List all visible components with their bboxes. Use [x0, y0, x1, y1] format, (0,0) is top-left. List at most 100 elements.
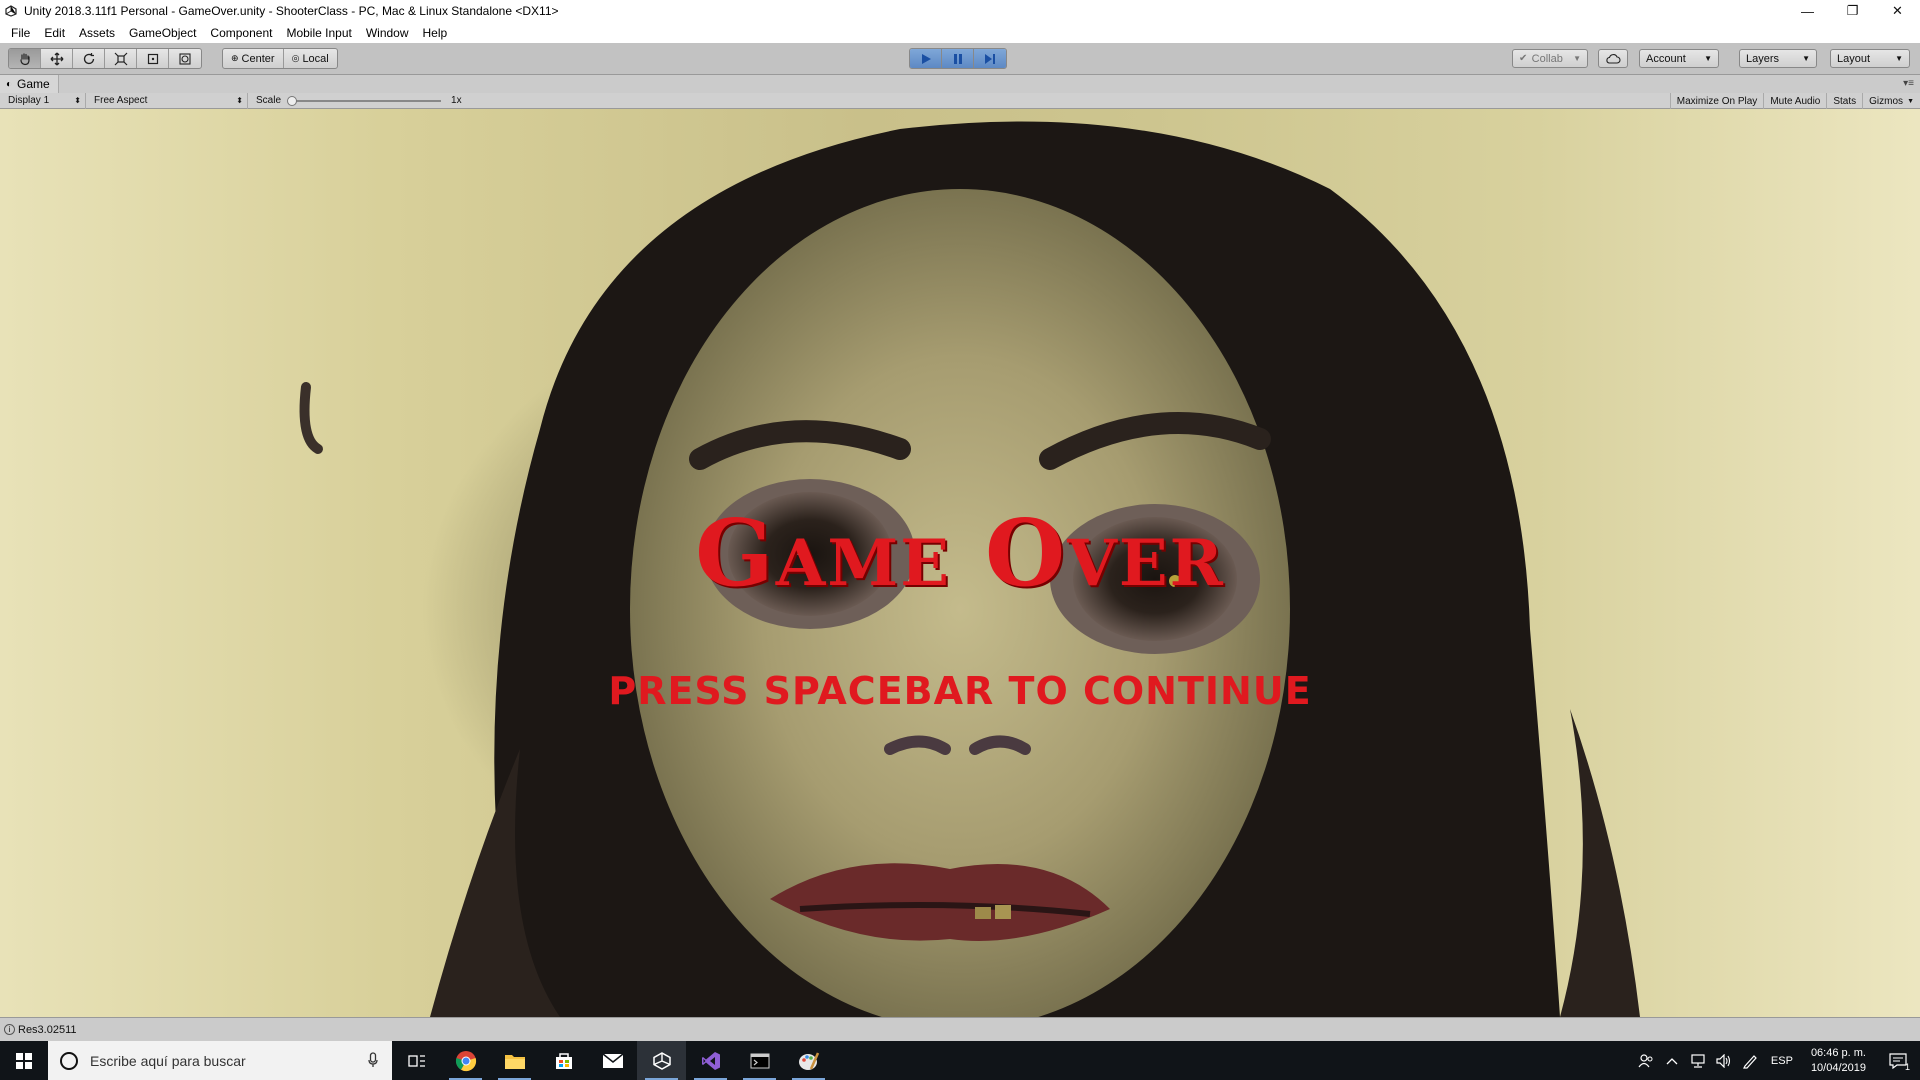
menu-bar: File Edit Assets GameObject Component Mo…	[0, 22, 1920, 43]
pivot-center-button[interactable]: ⊕ Center	[223, 49, 284, 68]
chrome-icon[interactable]	[441, 1041, 490, 1080]
display-dropdown[interactable]: Display 1 ⬍	[0, 92, 86, 109]
layers-dropdown[interactable]: Layers ▼	[1739, 49, 1817, 68]
move-tool-button[interactable]	[41, 49, 73, 68]
updown-icon: ⬍	[74, 96, 81, 105]
game-tab-bar: ◐ Game ▾≡	[0, 75, 1920, 93]
chevron-down-icon: ▼	[1907, 97, 1914, 105]
menu-component[interactable]: Component	[203, 26, 279, 40]
pivot-center-icon: ⊕	[231, 53, 239, 63]
pause-icon	[953, 53, 962, 64]
file-explorer-icon[interactable]	[490, 1041, 539, 1080]
rotate-tool-button[interactable]	[73, 49, 105, 68]
chevron-down-icon: ▼	[1704, 54, 1712, 63]
task-view-icon[interactable]	[392, 1041, 441, 1080]
menu-edit[interactable]: Edit	[37, 26, 72, 40]
pen-icon[interactable]	[1737, 1041, 1763, 1080]
info-icon: i	[4, 1024, 15, 1035]
network-icon[interactable]	[1685, 1041, 1711, 1080]
step-button[interactable]	[974, 49, 1006, 68]
chevron-up-icon[interactable]	[1659, 1041, 1685, 1080]
pivot-toggles: ⊕ Center ◎ Local	[222, 48, 338, 69]
scale-value: 1x	[451, 95, 462, 106]
start-button[interactable]	[0, 1041, 48, 1080]
windows-taskbar: Escribe aquí para buscar ESP 06:46 p. m.…	[0, 1041, 1920, 1080]
account-dropdown[interactable]: Account ▼	[1639, 49, 1719, 68]
unity-logo-icon	[4, 4, 18, 18]
status-bar[interactable]: i Res3.02511	[0, 1017, 1920, 1041]
step-icon	[985, 53, 995, 64]
restore-button[interactable]: ❐	[1830, 0, 1875, 22]
tab-menu-icon[interactable]: ▾≡	[1903, 78, 1914, 89]
gizmos-dropdown[interactable]: Gizmos ▼	[1862, 93, 1920, 109]
cortana-icon	[60, 1051, 78, 1070]
menu-assets[interactable]: Assets	[72, 26, 122, 40]
paint-icon[interactable]	[784, 1041, 833, 1080]
menu-window[interactable]: Window	[359, 26, 416, 40]
visual-studio-icon[interactable]	[686, 1041, 735, 1080]
scale-tool-button[interactable]	[105, 49, 137, 68]
window-title: Unity 2018.3.11f1 Personal - GameOver.un…	[24, 4, 559, 18]
clock-date: 10/04/2019	[1810, 1061, 1866, 1074]
mail-icon[interactable]	[588, 1041, 637, 1080]
transform-tool-button[interactable]	[169, 49, 201, 68]
menu-help[interactable]: Help	[416, 26, 455, 40]
menu-mobile-input[interactable]: Mobile Input	[279, 26, 358, 40]
collab-button[interactable]: ✔ Collab ▼	[1512, 49, 1588, 68]
chevron-down-icon: ▼	[1802, 54, 1810, 63]
chevron-down-icon: ▼	[1573, 54, 1581, 63]
menu-file[interactable]: File	[4, 26, 37, 40]
scale-slider[interactable]	[287, 95, 442, 106]
aspect-dropdown[interactable]: Free Aspect ⬍	[86, 92, 248, 109]
windows-logo-icon	[16, 1052, 32, 1069]
transform-tools	[8, 48, 202, 69]
game-controller-icon: ◐	[6, 78, 13, 90]
maximize-on-play-toggle[interactable]: Maximize On Play	[1669, 93, 1764, 109]
scale-icon	[114, 52, 127, 65]
pivot-local-button[interactable]: ◎ Local	[284, 49, 337, 68]
chevron-down-icon: ▼	[1895, 54, 1903, 63]
window-controls: — ❐ ✕	[1785, 0, 1920, 22]
updown-icon: ⬍	[236, 96, 243, 105]
game-over-title: Game Over	[695, 499, 1225, 607]
playback-controls	[909, 48, 1007, 69]
hand-tool-button[interactable]	[9, 49, 41, 68]
scale-slider-thumb[interactable]	[287, 95, 298, 106]
search-placeholder: Escribe aquí para buscar	[90, 1052, 246, 1069]
taskbar-clock[interactable]: 06:46 p. m. 10/04/2019	[1801, 1046, 1876, 1076]
status-message: Res3.02511	[18, 1023, 77, 1036]
pivot-local-icon: ◎	[291, 53, 300, 63]
language-indicator[interactable]: ESP	[1763, 1055, 1801, 1067]
tab-game[interactable]: ◐ Game	[0, 75, 59, 93]
pause-button[interactable]	[942, 49, 974, 68]
system-tray: ESP 06:46 p. m. 10/04/2019 1	[1633, 1041, 1920, 1080]
rect-tool-button[interactable]	[137, 49, 169, 68]
notification-count: 1	[1904, 1062, 1910, 1072]
cloud-button[interactable]	[1598, 49, 1628, 68]
game-view-controls: Display 1 ⬍ Free Aspect ⬍ Scale 1x Maximiz…	[0, 92, 1920, 109]
rotate-icon	[83, 52, 94, 64]
microphone-icon[interactable]	[368, 1052, 378, 1071]
stats-toggle[interactable]: Stats	[1826, 93, 1862, 109]
action-center-button[interactable]: 1	[1876, 1041, 1920, 1080]
clock-time: 06:46 p. m.	[1810, 1046, 1866, 1059]
minimize-button[interactable]: —	[1785, 0, 1830, 22]
people-icon[interactable]	[1633, 1041, 1659, 1080]
cloud-icon	[1606, 53, 1621, 64]
game-view-toggles: Maximize On Play Mute Audio Stats Gizmos…	[1669, 93, 1920, 109]
terminal-icon[interactable]	[735, 1041, 784, 1080]
transform-icon	[179, 52, 191, 65]
store-icon[interactable]	[539, 1041, 588, 1080]
menu-gameobject[interactable]: GameObject	[122, 26, 203, 40]
mute-audio-toggle[interactable]: Mute Audio	[1763, 93, 1826, 109]
close-button[interactable]: ✕	[1875, 0, 1920, 22]
play-button[interactable]	[910, 49, 942, 68]
check-icon: ✔	[1519, 53, 1528, 64]
scale-control: Scale 1x	[256, 95, 462, 106]
layout-dropdown[interactable]: Layout ▼	[1830, 49, 1910, 68]
unity-icon[interactable]	[637, 1041, 686, 1080]
hand-icon	[19, 52, 30, 65]
taskbar-search-box[interactable]: Escribe aquí para buscar	[48, 1041, 392, 1080]
volume-icon[interactable]	[1711, 1041, 1737, 1080]
game-viewport[interactable]: Game Over press spacebar to continue	[0, 109, 1920, 1017]
